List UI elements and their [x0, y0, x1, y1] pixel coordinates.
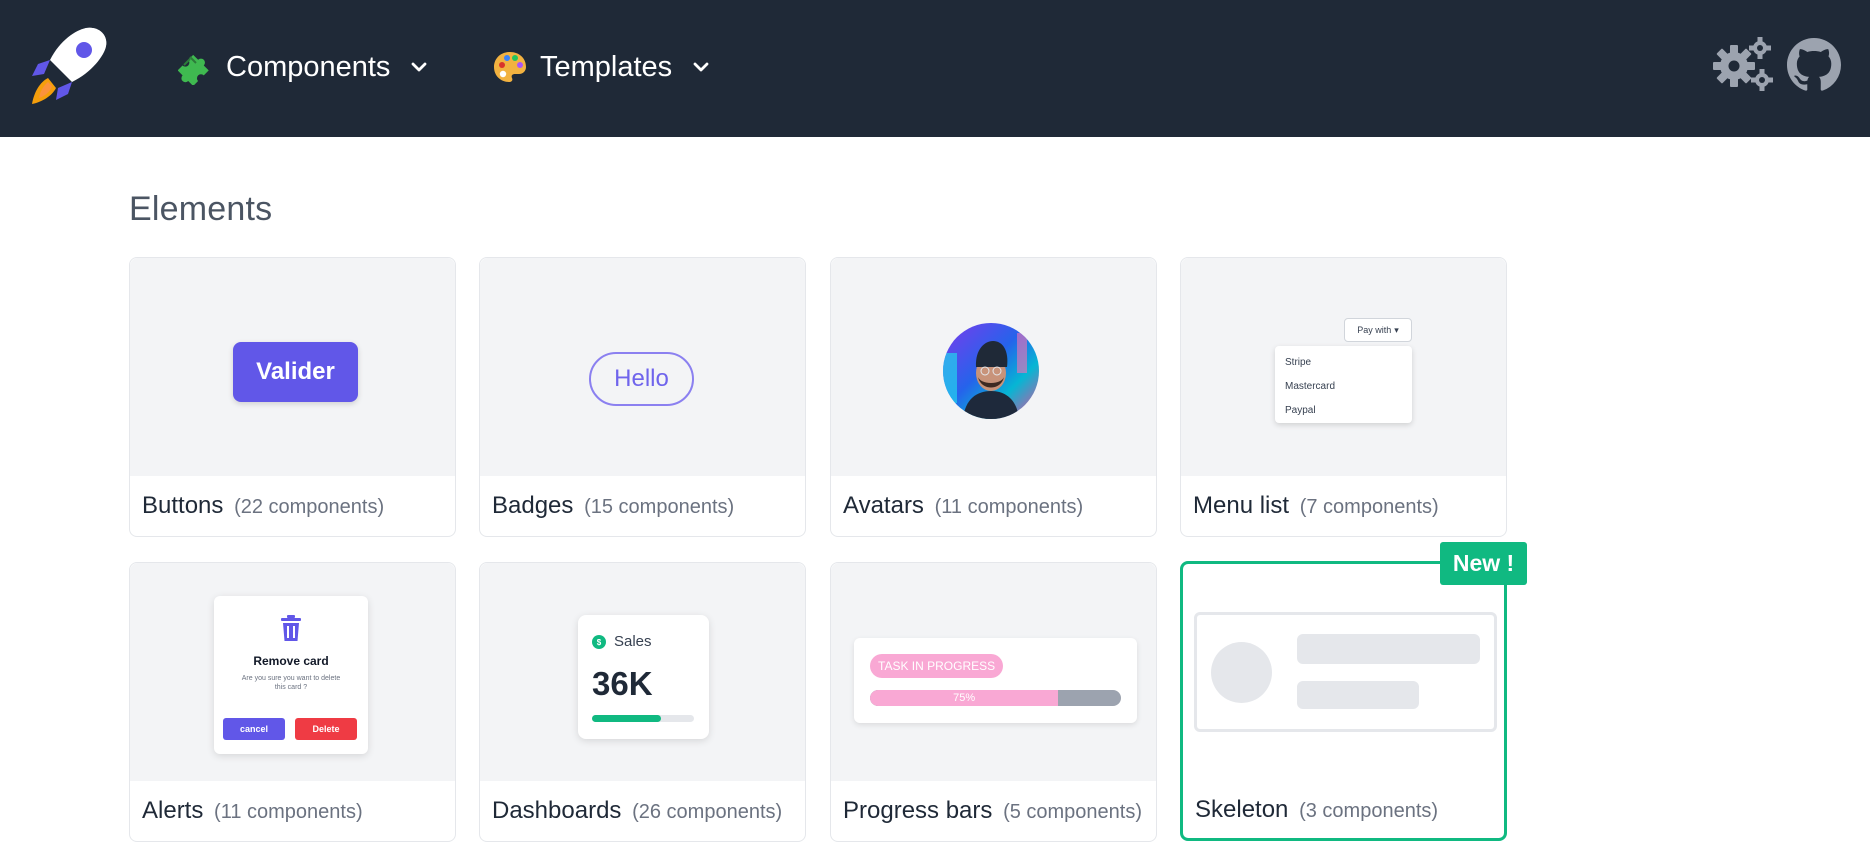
- card-badges[interactable]: Hello Badges (15 components): [479, 257, 806, 537]
- rocket-logo-icon[interactable]: [28, 26, 110, 106]
- preview-dashboard-stat: $ Sales 36K: [578, 615, 709, 739]
- chevron-down-icon: [693, 62, 709, 72]
- card-title: Progress bars: [843, 797, 993, 824]
- top-navbar: Components Templates: [0, 0, 1870, 137]
- card-count: (15 components): [584, 496, 735, 518]
- stat-value: 36K: [592, 665, 653, 702]
- preview-paywith-trigger: Pay with ▾: [1344, 318, 1412, 342]
- preview-skeleton: [1194, 612, 1497, 732]
- trash-icon: [281, 615, 301, 641]
- github-icon[interactable]: [1787, 38, 1841, 92]
- progress-track: 75%: [870, 690, 1121, 706]
- card-caption: Badges (15 components): [492, 492, 734, 520]
- skeleton-circle: [1211, 642, 1272, 703]
- card-count: (22 components): [234, 496, 385, 518]
- nav-templates-label: Templates: [540, 50, 673, 83]
- card-preview: Hello: [480, 258, 805, 476]
- card-menu-list[interactable]: Pay with ▾ Stripe Mastercard Paypal Menu…: [1180, 257, 1507, 537]
- alert-delete-button: Delete: [295, 718, 357, 740]
- chevron-down-icon: [412, 62, 427, 72]
- nav-components-menu[interactable]: Components: [178, 46, 428, 88]
- dollar-icon: $: [592, 635, 606, 649]
- card-caption: Menu list (7 components): [1193, 492, 1439, 520]
- paywith-label: Pay with: [1357, 325, 1392, 335]
- card-preview: [1183, 564, 1504, 782]
- progress-percent: 75%: [953, 692, 976, 704]
- card-count: (11 components): [214, 801, 363, 823]
- card-caption: Skeleton (3 components): [1195, 796, 1438, 824]
- alert-title: Remove card: [253, 654, 329, 668]
- card-count: (26 components): [632, 801, 783, 823]
- progress-tag: TASK IN PROGRESS: [870, 654, 1004, 678]
- card-preview: Remove card Are you sure you want to del…: [130, 563, 455, 781]
- card-buttons[interactable]: Valider Buttons (22 components): [129, 257, 456, 537]
- section-title: Elements: [129, 190, 273, 228]
- caret-down-icon: ▾: [1394, 324, 1399, 335]
- puzzle-icon: [178, 54, 209, 85]
- preview-hello-badge: Hello: [589, 352, 694, 406]
- gear-icon[interactable]: [1712, 36, 1774, 94]
- progress-fill: 75%: [870, 690, 1059, 706]
- card-dashboards[interactable]: $ Sales 36K Dashboards (26 components): [479, 562, 806, 842]
- card-count: (7 components): [1299, 496, 1439, 518]
- menu-item: Paypal: [1285, 405, 1316, 416]
- preview-progress-card: TASK IN PROGRESS 75%: [854, 638, 1137, 723]
- card-caption: Buttons (22 components): [142, 492, 384, 520]
- card-avatars[interactable]: Avatars (11 components): [830, 257, 1157, 537]
- skeleton-line: [1297, 681, 1419, 709]
- palette-icon: [494, 52, 526, 82]
- card-preview: Valider: [130, 258, 455, 476]
- card-title: Menu list: [1193, 492, 1290, 519]
- alert-cancel-button: cancel: [223, 718, 285, 740]
- card-progress-bars[interactable]: TASK IN PROGRESS 75% Progress bars (5 co…: [830, 562, 1157, 842]
- preview-alert-modal: Remove card Are you sure you want to del…: [214, 596, 368, 754]
- card-title: Dashboards: [492, 797, 622, 824]
- stat-progress-fill: [592, 715, 662, 722]
- menu-item: Stripe: [1285, 357, 1312, 368]
- stat-label: Sales: [614, 633, 652, 650]
- avatar-photo: [943, 323, 1039, 419]
- card-title: Alerts: [142, 797, 204, 824]
- card-title: Buttons: [142, 492, 224, 519]
- card-title: Avatars: [843, 492, 924, 519]
- card-alerts[interactable]: Remove card Are you sure you want to del…: [129, 562, 456, 842]
- card-count: (3 components): [1299, 800, 1439, 822]
- preview-valider-button: Valider: [233, 342, 358, 402]
- nav-templates-menu[interactable]: Templates: [492, 46, 710, 88]
- alert-text: Are you sure you want to delete this car…: [241, 675, 341, 691]
- skeleton-line: [1297, 634, 1480, 664]
- card-skeleton[interactable]: Skeleton (3 components): [1180, 561, 1507, 841]
- card-preview: [831, 258, 1156, 476]
- preview-menu-dropdown: Stripe Mastercard Paypal: [1275, 346, 1412, 423]
- card-preview: TASK IN PROGRESS 75%: [831, 563, 1156, 781]
- new-badge: New !: [1440, 542, 1527, 585]
- card-caption: Progress bars (5 components): [843, 797, 1142, 825]
- card-count: (5 components): [1003, 801, 1143, 823]
- card-caption: Alerts (11 components): [142, 797, 363, 825]
- card-preview: Pay with ▾ Stripe Mastercard Paypal: [1181, 258, 1506, 476]
- card-caption: Avatars (11 components): [843, 492, 1083, 520]
- stat-progress-track: [592, 715, 694, 722]
- card-preview: $ Sales 36K: [480, 563, 805, 781]
- card-title: Skeleton: [1195, 796, 1289, 823]
- card-title: Badges: [492, 492, 574, 519]
- menu-item: Mastercard: [1285, 381, 1336, 392]
- card-count: (11 components): [934, 496, 1084, 518]
- card-caption: Dashboards (26 components): [492, 797, 782, 825]
- nav-components-label: Components: [226, 50, 391, 83]
